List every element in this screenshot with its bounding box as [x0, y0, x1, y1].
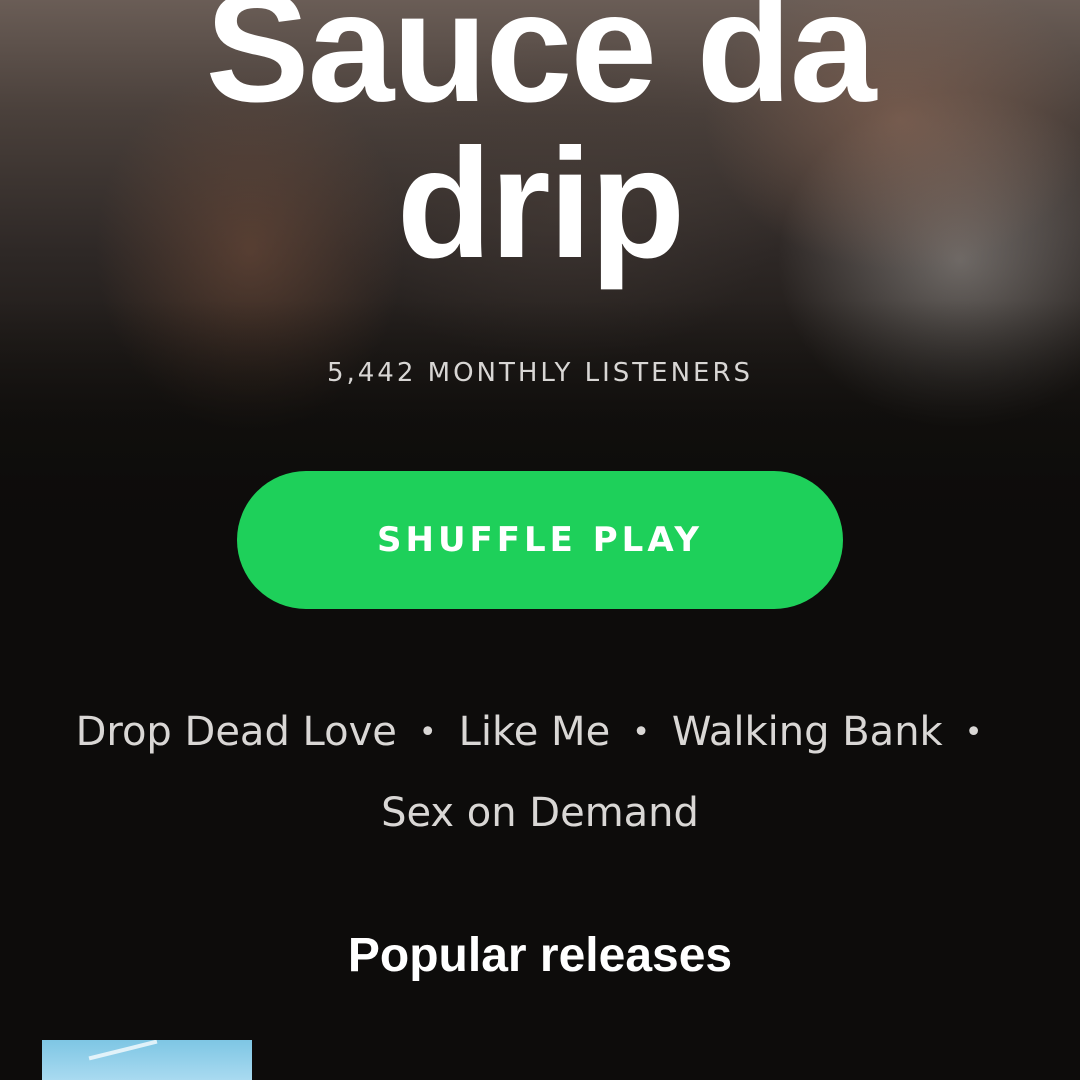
top-tracks-list: Drop Dead Love • Like Me • Walking Bank • Sex … [40, 692, 1040, 853]
separator-dot: • [418, 715, 437, 750]
artist-name-line-2: drip [396, 117, 686, 291]
artist-page: Sauce da drip 5,442 MONTHLY LISTENERS SH… [0, 0, 1080, 1080]
track-link-sex-on-demand[interactable]: Sex on Demand [381, 790, 699, 836]
track-link-walking-bank[interactable]: Walking Bank [672, 709, 943, 755]
artist-name-line-1: Sauce da [205, 0, 876, 135]
separator-dot: • [632, 715, 650, 750]
track-link-drop-dead-love[interactable]: Drop Dead Love [76, 709, 397, 755]
separator-dot: • [964, 715, 983, 750]
release-cover-thumbnail[interactable] [42, 1040, 252, 1080]
monthly-listeners: 5,442 MONTHLY LISTENERS [326, 358, 754, 388]
artist-name: Sauce da drip [0, 0, 1080, 282]
popular-releases-title: Popular releases [347, 929, 733, 982]
track-link-like-me[interactable]: Like Me [459, 709, 611, 755]
cover-art-detail [88, 1040, 158, 1061]
shuffle-play-button[interactable]: SHUFFLE PLAY [237, 471, 843, 609]
